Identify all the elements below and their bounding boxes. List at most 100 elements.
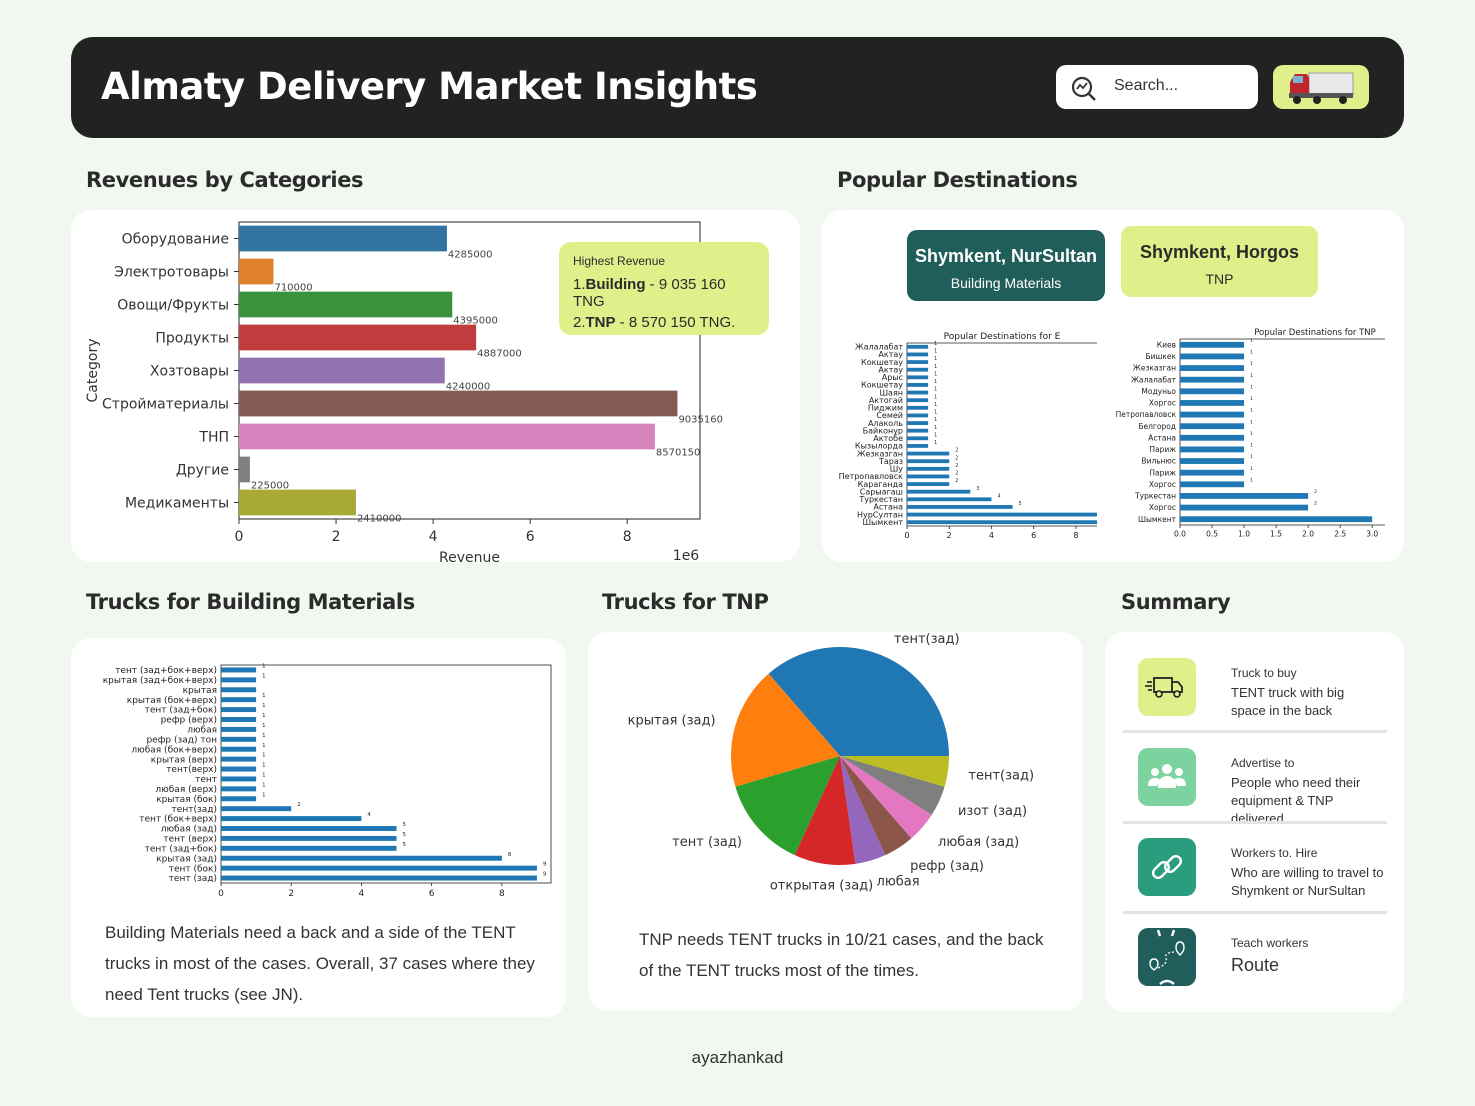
bar [221, 736, 257, 742]
slice-label: крытая (зад) [628, 713, 716, 728]
trucks-building-card: тент (зад+бок+верх) 1 крытая (зад+бок+верх… [71, 638, 566, 1017]
trucks-tnp-pie-chart: тент(зад) крытая (зад) тент (зад) открытая … [628, 632, 1034, 893]
data-label: 1 [934, 387, 937, 393]
tick-label: 8 [623, 529, 632, 545]
tick-label: рефр (верх) [161, 716, 217, 726]
bar [1180, 341, 1245, 348]
data-label: 1 [934, 425, 937, 431]
bar [221, 667, 257, 673]
summary-item-line: Shymkent or NurSultan [1231, 883, 1366, 898]
bar [907, 390, 929, 395]
bar [221, 806, 292, 812]
tick-label: тент (бок) [169, 864, 217, 874]
tick-label: любая (зад) [161, 825, 217, 835]
tick-label: 4 [429, 529, 438, 545]
destination-box-building: Shymkent, NurSultan Building Materials [907, 230, 1105, 301]
data-label: 1 [1250, 477, 1253, 483]
tick-label: Овощи/Фрукты [117, 298, 229, 314]
data-label: 1 [262, 792, 265, 798]
tick-label: Жезказган [1133, 364, 1176, 373]
summary-item-line: TENT truck with big [1231, 685, 1345, 700]
tick-label: 6 [1031, 531, 1036, 540]
chart-title: Popular Destinations for E [944, 332, 1061, 342]
bar [221, 766, 257, 772]
bar [239, 225, 447, 252]
data-label: 2 [955, 455, 958, 461]
slice-label: любая [877, 874, 920, 889]
tick-label: 0.0 [1174, 530, 1186, 539]
tick-label: Продукты [155, 331, 229, 347]
data-label: 1 [262, 673, 265, 679]
bar [1180, 411, 1245, 418]
destination-category: TNP [1205, 271, 1234, 287]
data-label: 2 [955, 478, 958, 484]
truck-button[interactable] [1273, 65, 1369, 109]
data-label: 4 [997, 493, 1000, 499]
data-label: 1 [1250, 396, 1253, 402]
bar [907, 352, 929, 357]
data-label: 8 [508, 852, 512, 858]
bar [239, 357, 445, 384]
bar [907, 398, 929, 403]
data-label: 1 [934, 410, 937, 416]
data-label: 1 [262, 772, 265, 778]
summary-item-line: People who need their [1231, 775, 1361, 790]
bar [907, 505, 1013, 509]
bar [1180, 388, 1245, 395]
highest-revenue-callout: Highest Revenue 1.Building - 9 035 160 T… [559, 242, 769, 335]
tick-label: тент [195, 775, 217, 785]
tick-label: Париж [1149, 468, 1176, 477]
tick-label: крытая (зад+бок+верх) [103, 676, 217, 686]
tick-label: тент (зад+бок) [145, 706, 217, 716]
bar [221, 697, 257, 703]
bar [1180, 469, 1245, 476]
bar [907, 512, 1097, 517]
tick-label: тент (зад+бок+верх) [115, 666, 217, 676]
tick-label: 6 [526, 529, 535, 545]
chart-title: Popular Destinations for TNP [1254, 328, 1376, 338]
bar [1180, 493, 1309, 499]
destinations-tnp-chart: Киев 1 Бишкек 1 Жезказган 1 Жалалабат 1 Модуньо 1… [1116, 328, 1385, 539]
summary-item-line: Who are willing to travel to [1231, 865, 1384, 880]
bar [221, 776, 257, 782]
tick-label: любая (верх) [155, 785, 217, 795]
data-label: 1 [1250, 408, 1253, 414]
data-label: 1 [1250, 361, 1253, 367]
bar [221, 845, 397, 851]
bar [907, 360, 929, 364]
tick-label: крытая [183, 686, 217, 696]
tick-label: 2 [332, 529, 341, 545]
data-label: 1 [934, 364, 937, 370]
tick-label: 1.0 [1238, 530, 1250, 539]
data-label: 1 [1250, 338, 1253, 344]
bar [907, 428, 929, 433]
trucks-building-section-title: Trucks for Building Materials [86, 590, 415, 614]
tick-label: 8 [499, 889, 505, 899]
data-label: 3 [976, 486, 979, 492]
tick-label: Париж [1149, 445, 1176, 454]
trucks-tnp-section-title: Trucks for TNP [602, 590, 769, 614]
data-label: 2410000 [357, 513, 402, 524]
bar [907, 436, 929, 441]
bar [221, 875, 537, 881]
data-label: 1 [262, 733, 265, 739]
slice-label: тент(зад) [894, 632, 960, 647]
slice-label: изот (зад) [958, 804, 1027, 819]
tick-label: 4 [989, 531, 994, 540]
destinations-card: Shymkent, NurSultan Building Materials S… [822, 210, 1404, 562]
item-name: TNP [585, 314, 616, 331]
tick-label: Хоргос [1149, 503, 1176, 512]
bar [221, 756, 257, 762]
data-label: 2 [955, 471, 958, 477]
tick-label: 2.5 [1334, 530, 1346, 539]
data-label: 1 [262, 703, 265, 709]
bar [1180, 423, 1245, 430]
bar [221, 835, 397, 841]
bar [1180, 353, 1245, 360]
data-label: 1 [262, 743, 265, 749]
bar [221, 726, 257, 732]
tnp-description: TNP needs TENT trucks in 10/21 cases, an… [639, 930, 1044, 980]
bar [221, 746, 257, 752]
data-label: 1 [934, 371, 937, 377]
search-input[interactable]: Search... [1056, 65, 1258, 109]
